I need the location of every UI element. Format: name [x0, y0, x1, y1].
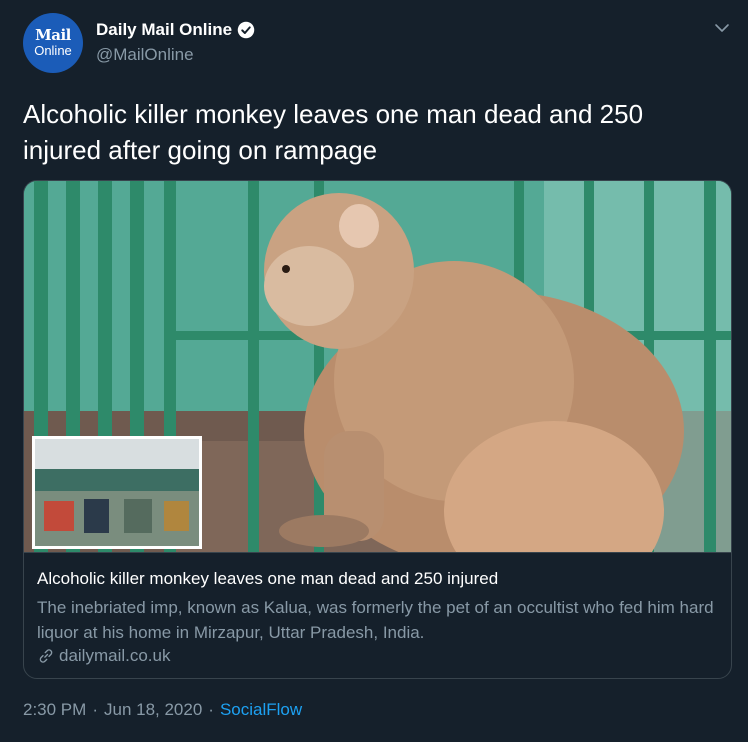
card-image[interactable] [24, 181, 731, 552]
card-domain[interactable]: dailymail.co.uk [37, 646, 171, 666]
avatar[interactable]: Mail Online [23, 13, 83, 73]
link-card[interactable]: Alcoholic killer monkey leaves one man d… [23, 180, 732, 679]
separator: · [208, 700, 214, 719]
card-description: The inebriated imp, known as Kalua, was … [37, 598, 714, 642]
card-domain-text: dailymail.co.uk [59, 646, 171, 665]
tweet-date[interactable]: Jun 18, 2020 [104, 700, 202, 720]
tweet: Mail Online Daily Mail Online @MailOnlin… [0, 0, 748, 742]
link-icon [39, 649, 53, 663]
tweet-text: Alcoholic killer monkey leaves one man d… [23, 99, 644, 165]
avatar-line1: Mail [35, 26, 71, 44]
card-info[interactable]: Alcoholic killer monkey leaves one man d… [24, 552, 731, 678]
verified-badge-icon [237, 21, 255, 39]
tweet-source-link[interactable]: SocialFlow [220, 700, 302, 720]
tweet-meta: 2:30 PM · Jun 18, 2020 · SocialFlow [23, 700, 302, 720]
avatar-line2: Online [34, 43, 72, 58]
chevron-down-icon[interactable] [714, 20, 730, 36]
author-name-row[interactable]: Daily Mail Online [96, 20, 255, 40]
handle[interactable]: @MailOnline [96, 45, 194, 65]
card-title[interactable]: Alcoholic killer monkey leaves one man d… [37, 569, 498, 589]
separator: · [92, 700, 98, 719]
display-name[interactable]: Daily Mail Online [96, 20, 232, 40]
tweet-time[interactable]: 2:30 PM [23, 700, 86, 720]
